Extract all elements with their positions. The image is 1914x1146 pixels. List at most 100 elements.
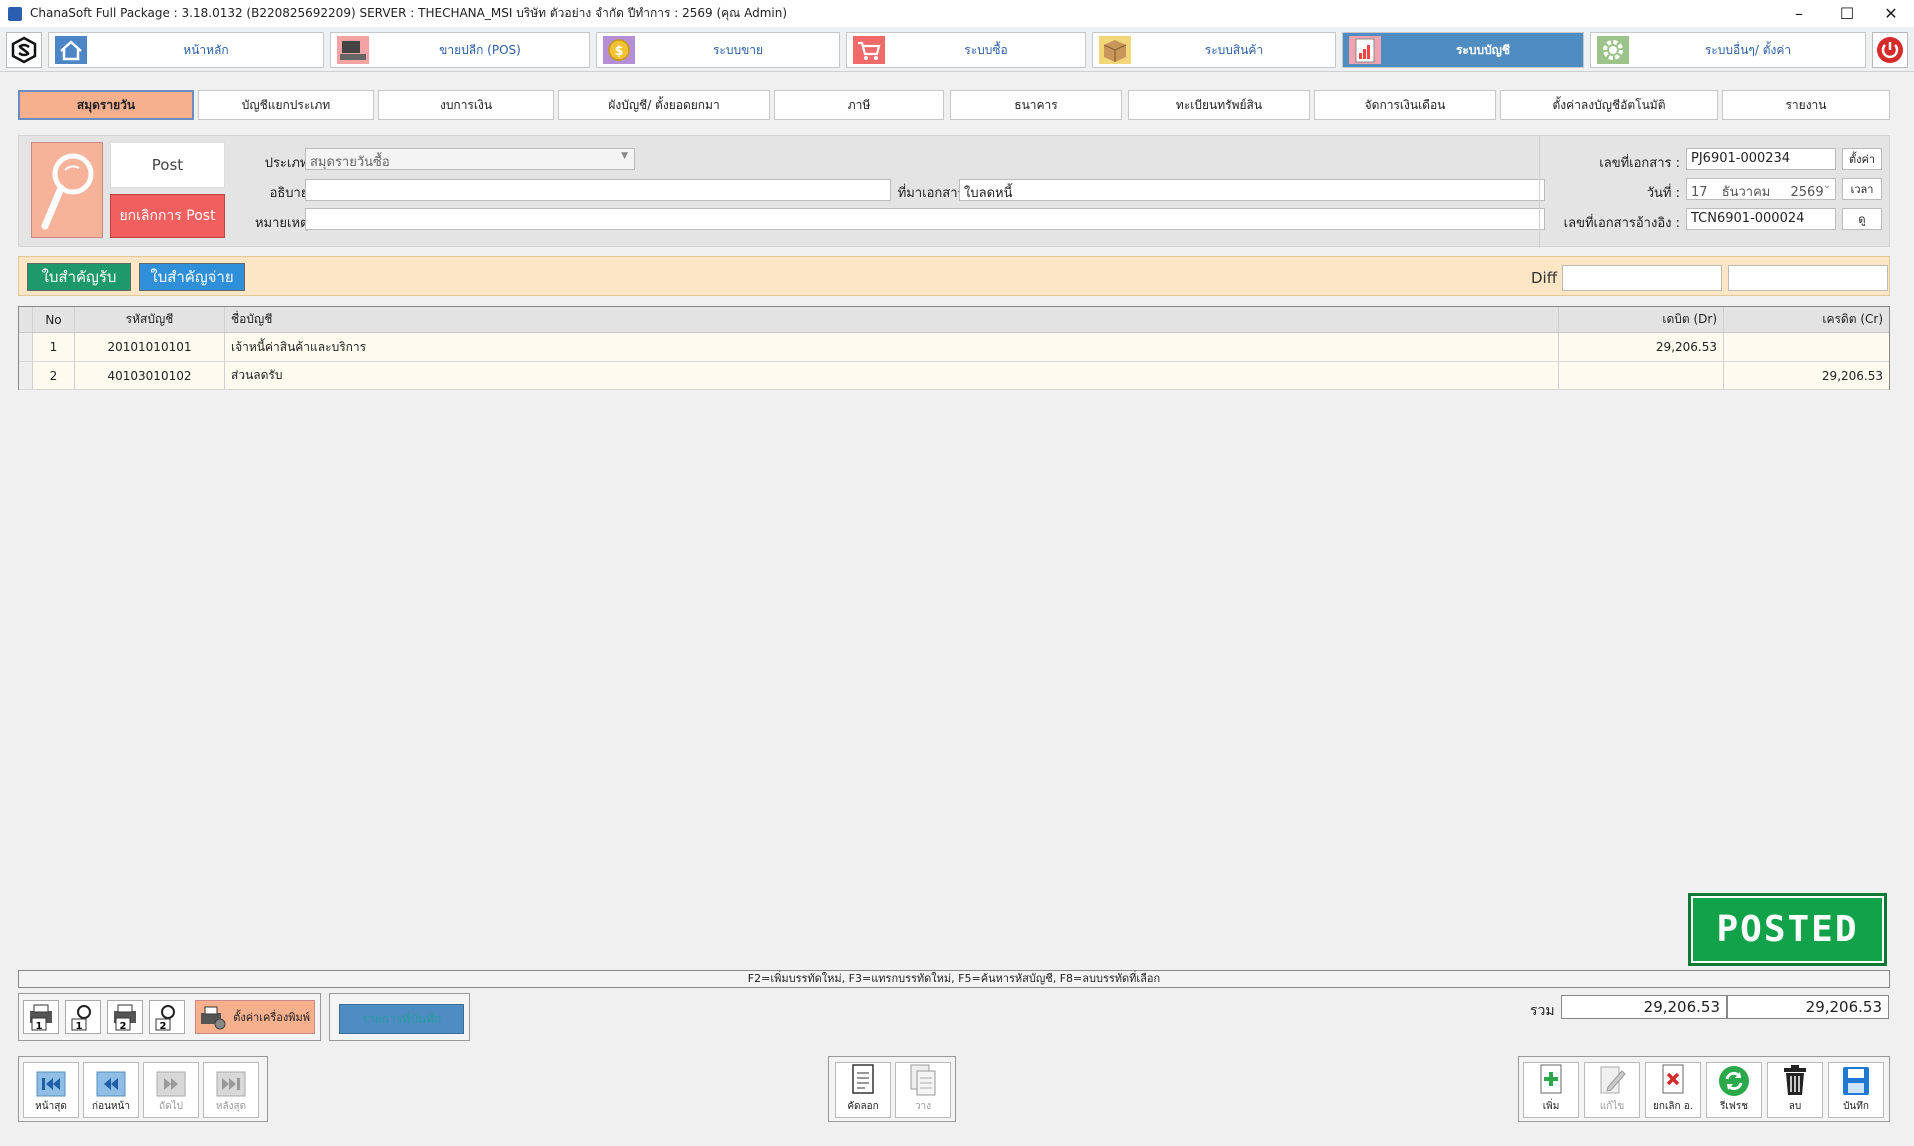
- tab-tax[interactable]: ภาษี: [774, 90, 944, 120]
- copy-button[interactable]: คัดลอก: [835, 1062, 891, 1118]
- tab-chart-of-accounts[interactable]: ผังบัญชี/ ตั้งยอดยกมา: [558, 90, 770, 120]
- cell-credit[interactable]: 29,206.53: [1724, 362, 1889, 389]
- edit-label: แก้ไข: [1599, 1101, 1625, 1112]
- copy-icon: [852, 1064, 874, 1094]
- add-button[interactable]: เพิ่ม: [1523, 1062, 1579, 1118]
- total-credit-field: 29,206.53: [1727, 995, 1889, 1019]
- cell-debit[interactable]: 29,206.53: [1559, 333, 1724, 361]
- exit-button[interactable]: [1872, 32, 1908, 68]
- cancel-document-button[interactable]: ยกเลิก อ.: [1645, 1062, 1701, 1118]
- source-doc-input[interactable]: ใบลดหนี้: [959, 179, 1545, 201]
- previous-record-button[interactable]: ก่อนหน้า: [83, 1062, 139, 1118]
- cell-account-name[interactable]: เจ้าหนี้ค่าสินค้าและบริการ: [225, 333, 1559, 361]
- close-window-button[interactable]: ✕: [1868, 0, 1914, 27]
- edit-button[interactable]: แก้ไข: [1584, 1062, 1640, 1118]
- add-label: เพิ่ม: [1542, 1101, 1560, 1112]
- doc-number-settings-button[interactable]: ตั้งค่า: [1842, 148, 1882, 170]
- saved-entries-list-button[interactable]: รายการที่บันทึก: [339, 1004, 464, 1034]
- tab-reports[interactable]: รายงาน: [1722, 90, 1890, 120]
- receipt-voucher-button[interactable]: ใบสำคัญรับ: [27, 263, 131, 291]
- date-day: 17: [1691, 185, 1708, 200]
- tab-journal[interactable]: สมุดรายวัน: [18, 90, 194, 120]
- preview-2-icon: 2: [155, 1005, 175, 1032]
- row-selector[interactable]: [19, 333, 33, 361]
- next-record-icon: [156, 1071, 186, 1097]
- save-button[interactable]: บันทึก: [1828, 1062, 1884, 1118]
- refresh-button[interactable]: รีเฟรช: [1706, 1062, 1762, 1118]
- minimize-button[interactable]: –: [1776, 0, 1822, 27]
- record-navigation-bar: หน้าสุด ก่อนหน้า ถัดไป หลังสุด: [18, 1056, 268, 1122]
- table-row[interactable]: 2 40103010102 ส่วนลดรับ 29,206.53: [19, 362, 1889, 390]
- view-reference-button[interactable]: ดู: [1842, 208, 1882, 230]
- logo-button[interactable]: [6, 32, 42, 68]
- module-home[interactable]: หน้าหลัก: [48, 32, 324, 68]
- date-picker[interactable]: 17 ธันวาคม 2569 ⌄: [1686, 178, 1836, 200]
- doc-number-input[interactable]: PJ6901-000234: [1686, 148, 1836, 170]
- tab-financial-statements[interactable]: งบการเงิน: [378, 90, 554, 120]
- column-header-account-code: รหัสบัญชี: [75, 307, 225, 332]
- preview-form-2-button[interactable]: 2: [149, 1000, 185, 1034]
- cell-account-code[interactable]: 40103010102: [75, 362, 225, 389]
- reference-doc-input[interactable]: TCN6901-000024: [1686, 208, 1836, 230]
- cell-debit[interactable]: [1559, 362, 1724, 389]
- last-record-button[interactable]: หลังสุด: [203, 1062, 259, 1118]
- module-accounting[interactable]: ระบบบัญชี: [1342, 32, 1584, 68]
- post-button[interactable]: Post: [110, 142, 225, 188]
- cell-credit[interactable]: [1724, 333, 1889, 361]
- delete-button[interactable]: ลบ: [1767, 1062, 1823, 1118]
- row-selector-header: [19, 307, 33, 332]
- title-bar: ChanaSoft Full Package : 3.18.0132 (B220…: [0, 0, 1914, 27]
- record-actions-bar: เพิ่ม แก้ไข ยกเลิก อ. รีเฟรช ลบ บันทึก: [1518, 1056, 1890, 1122]
- trash-icon: [1784, 1065, 1806, 1095]
- box-icon: [1097, 34, 1133, 66]
- gear-icon: [1595, 34, 1631, 66]
- maximize-button[interactable]: ☐: [1824, 0, 1870, 27]
- module-pos[interactable]: ขายปลีก (POS): [330, 32, 590, 68]
- table-row[interactable]: 1 20101010101 เจ้าหนี้ค่าสินค้าและบริการ…: [19, 333, 1889, 362]
- paste-button[interactable]: วาง: [895, 1062, 951, 1118]
- row-selector[interactable]: [19, 362, 33, 389]
- payment-voucher-button[interactable]: ใบสำคัญจ่าย: [139, 263, 245, 291]
- cancel-doc-icon: [1662, 1064, 1684, 1094]
- module-purchase[interactable]: ระบบซื้อ: [846, 32, 1086, 68]
- window-title: ChanaSoft Full Package : 3.18.0132 (B220…: [30, 6, 788, 20]
- tab-general-ledger[interactable]: บัญชีแยกประเภท: [198, 90, 374, 120]
- printer-1-icon: 1: [30, 1004, 52, 1032]
- time-button[interactable]: เวลา: [1842, 178, 1882, 200]
- search-document-button[interactable]: [31, 142, 103, 238]
- svg-text:2: 2: [120, 1021, 127, 1032]
- last-record-icon: [216, 1071, 246, 1097]
- column-header-debit: เดบิต (Dr): [1559, 307, 1724, 332]
- module-label: ระบบอื่นๆ/ ตั้งค่า: [1704, 42, 1792, 57]
- preview-1-icon: 1: [71, 1005, 91, 1032]
- cell-account-name[interactable]: ส่วนลดรับ: [225, 362, 1559, 389]
- tab-bank[interactable]: ธนาคาร: [950, 90, 1122, 120]
- module-sales[interactable]: $ ระบบขาย: [596, 32, 840, 68]
- description-input[interactable]: [305, 179, 891, 201]
- doc-number-label: เลขที่เอกสาร :: [1599, 156, 1680, 171]
- journal-type-select[interactable]: สมุดรายวันซื้อ ▼: [305, 148, 635, 170]
- cell-account-code[interactable]: 20101010101: [75, 333, 225, 361]
- module-settings[interactable]: ระบบอื่นๆ/ ตั้งค่า: [1590, 32, 1866, 68]
- tab-asset-register[interactable]: ทะเบียนทรัพย์สิน: [1128, 90, 1310, 120]
- date-year: 2569: [1790, 185, 1824, 200]
- ledger-chart-icon: [1347, 34, 1383, 66]
- first-record-button[interactable]: หน้าสุด: [23, 1062, 79, 1118]
- tab-auto-posting-settings[interactable]: ตั้งค่าลงบัญชีอัตโนมัติ: [1500, 90, 1718, 120]
- module-label: ขายปลีก (POS): [439, 42, 521, 57]
- first-record-icon: [36, 1071, 66, 1097]
- tab-payroll[interactable]: จัดการเงินเดือน: [1314, 90, 1496, 120]
- printer-settings-label: ตั้งค่าเครื่องพิมพ์: [233, 1011, 310, 1024]
- print-form-2-button[interactable]: 2: [107, 1000, 143, 1034]
- printer-2-icon: 2: [114, 1004, 136, 1032]
- unpost-button[interactable]: ยกเลิกการ Post: [110, 194, 225, 238]
- svg-text:$: $: [614, 44, 623, 59]
- preview-form-1-button[interactable]: 1: [65, 1000, 101, 1034]
- printer-settings-button[interactable]: ตั้งค่าเครื่องพิมพ์: [195, 1000, 315, 1034]
- column-header-no: No: [33, 307, 75, 332]
- date-month: ธันวาคม: [1721, 185, 1771, 200]
- print-form-1-button[interactable]: 1: [23, 1000, 59, 1034]
- note-input[interactable]: [305, 208, 1545, 230]
- module-inventory[interactable]: ระบบสินค้า: [1092, 32, 1336, 68]
- next-record-button[interactable]: ถัดไป: [143, 1062, 199, 1118]
